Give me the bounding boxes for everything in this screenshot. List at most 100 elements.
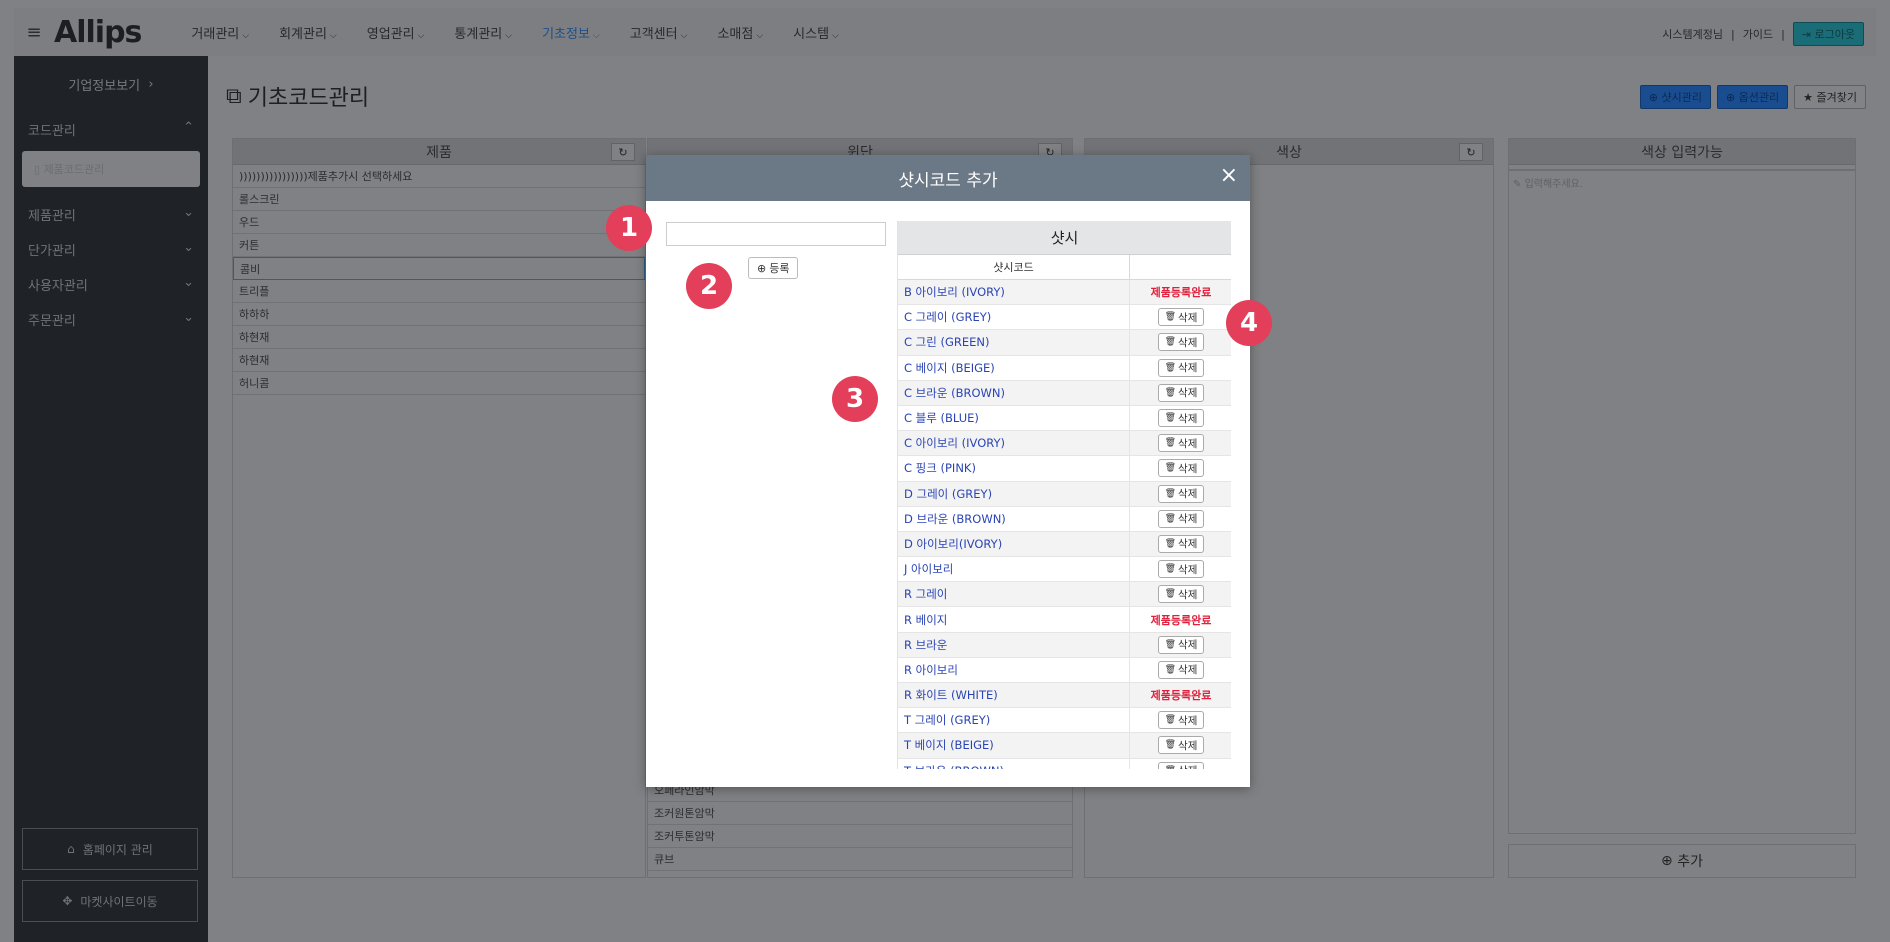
refresh-icon[interactable]: ↻ [611, 143, 635, 161]
sash-code-name[interactable]: C 베이지 (BEIGE) [898, 355, 1130, 380]
list-item[interactable]: 하현재 [233, 326, 645, 349]
trash-icon: 🗑 [1165, 766, 1176, 769]
sash-code-name[interactable]: C 핑크 (PINK) [898, 456, 1130, 481]
delete-button[interactable]: 🗑삭제 [1157, 459, 1205, 478]
option-manage-button[interactable]: ⊕ 옵션관리 [1716, 85, 1789, 109]
sidebar-group-code[interactable]: 코드관리 ⌃ [14, 112, 208, 147]
sidebar-item-product-code[interactable]: ▯ 제품코드관리 [22, 151, 200, 187]
sash-code-name[interactable]: C 그레이 (GREY) [898, 305, 1130, 330]
sidebar-group-user[interactable]: 사용자관리 ⌄ [14, 267, 208, 302]
list-item[interactable]: 허니콤 [233, 372, 645, 395]
sidebar-group-order[interactable]: 주문관리 ⌄ [14, 302, 208, 337]
delete-button[interactable]: 🗑삭제 [1157, 383, 1205, 402]
delete-button[interactable]: 🗑삭제 [1157, 660, 1205, 679]
chevron-down-icon: ⌵ [242, 30, 250, 41]
sash-code-name[interactable]: C 아이보리 (IVORY) [898, 431, 1130, 456]
market-site-button[interactable]: ✥ 마켓사이트이동 [22, 880, 198, 922]
delete-button[interactable]: 🗑삭제 [1157, 736, 1205, 755]
trash-icon: 🗑 [1164, 413, 1177, 424]
sash-code-name[interactable]: T 베이지 (BEIGE) [898, 733, 1130, 758]
delete-button[interactable]: 🗑삭제 [1157, 761, 1205, 769]
sidebar-group-product[interactable]: 제품관리 ⌄ [14, 197, 208, 232]
sash-list-panel[interactable]: 샷시 샷시코드 B 아이보리 (IVORY) 제품등록완료 C 그레이 (GREY)… [897, 221, 1231, 769]
list-item[interactable]: 큐브 [648, 848, 1072, 871]
plus-circle-icon: ⊕ [1725, 91, 1736, 104]
company-info-link[interactable]: 기업정보보기 › [14, 56, 208, 112]
menu-item-statistics[interactable]: 통계관리 ⌵ [442, 23, 530, 42]
sash-row-action: 🗑삭제 [1130, 381, 1231, 405]
close-icon[interactable]: × [1220, 163, 1238, 188]
delete-button[interactable]: 🗑삭제 [1157, 358, 1205, 377]
menu-item-accounting[interactable]: 회계관리 ⌵ [267, 23, 355, 42]
app-logo[interactable]: Allips [54, 15, 142, 50]
list-item[interactable]: 조커투톤암막 [648, 825, 1072, 848]
modal-title: 샷시코드 추가 [898, 170, 998, 191]
register-button[interactable]: ⊕ 등록 [748, 257, 799, 279]
delete-button[interactable]: 🗑삭제 [1157, 308, 1205, 327]
delete-button[interactable]: 🗑삭제 [1157, 711, 1205, 730]
list-item[interactable]: 하현재 [233, 349, 645, 372]
list-item[interactable]: 트리플 [233, 280, 645, 303]
color-input-column: 색상 입력가능 [1508, 138, 1856, 170]
sash-code-name[interactable]: T 그레이 (GREY) [898, 708, 1130, 733]
list-item[interactable]: 조커원톤암막 [648, 802, 1072, 825]
delete-button[interactable]: 🗑삭제 [1157, 534, 1205, 553]
menu-item-retail[interactable]: 소매점 ⌵ [705, 23, 781, 42]
menu-item-system[interactable]: 시스템 ⌵ [781, 23, 857, 42]
sash-code-name[interactable]: T 브라운 (BROWN) [898, 758, 1130, 769]
list-item[interactable]: 우드 [233, 211, 645, 234]
table-row: C 아이보리 (IVORY) 🗑 삭제 [898, 431, 1231, 457]
list-item[interactable]: ))))))))))))))))제품추가시 선택하세요 [233, 165, 645, 188]
menu-item-basic-info[interactable]: 기초정보 ⌵ [530, 23, 618, 42]
sash-row-action: 제품등록완료 [1130, 683, 1231, 707]
sash-manage-button[interactable]: ⊕ 샷시관리 [1639, 85, 1711, 109]
menu-item-trade[interactable]: 거래관리 ⌵ [179, 23, 267, 42]
sash-code-name[interactable]: R 아이보리 [898, 657, 1130, 682]
sash-code-name[interactable]: D 아이보리(IVORY) [898, 531, 1130, 557]
favorite-button[interactable]: ★ 즐겨찾기 [1794, 85, 1866, 109]
list-item[interactable]: 롤스크린 [233, 188, 645, 211]
guide-link[interactable]: 가이드 [1743, 26, 1773, 42]
sidebar: 기업정보보기 › 코드관리 ⌃ ▯ 제품코드관리 제품관리 ⌄ 단가관리 ⌄ 사용자관… [14, 56, 208, 942]
sash-code-name[interactable]: R 브라운 [898, 632, 1130, 657]
delete-button[interactable]: 🗑삭제 [1157, 635, 1205, 654]
delete-button[interactable]: 🗑삭제 [1157, 409, 1205, 428]
sash-code-name[interactable]: B 아이보리 (IVORY) [898, 280, 1130, 305]
delete-button[interactable]: 🗑삭제 [1157, 560, 1205, 579]
trash-icon: 🗑 [1164, 387, 1177, 398]
sash-code-name[interactable]: C 브라운 (BROWN) [898, 380, 1130, 405]
sash-code-name[interactable]: C 블루 (BLUE) [898, 405, 1130, 431]
delete-button[interactable]: 🗑삭제 [1157, 509, 1205, 528]
trash-icon: 🗑 [1164, 639, 1177, 650]
sash-code-name[interactable]: R 그레이 [898, 582, 1130, 607]
sash-row-action: 🗑삭제 [1130, 305, 1231, 329]
sash-code-name[interactable]: D 그레이 (GREY) [898, 481, 1130, 506]
sash-code-name[interactable]: D 브라운 (BROWN) [898, 506, 1130, 531]
color-input-textarea[interactable]: ✎ 입력해주세요. [1508, 170, 1856, 834]
star-icon: ★ [1803, 91, 1814, 104]
sash-code-name[interactable]: R 화이트 (WHITE) [898, 683, 1130, 708]
hamburger-menu-icon[interactable]: ≡ [14, 22, 54, 43]
sash-code-name[interactable]: C 그린 (GREEN) [898, 330, 1130, 355]
sash-code-input[interactable] [666, 222, 886, 246]
delete-button[interactable]: 🗑삭제 [1157, 484, 1205, 503]
homepage-manage-button[interactable]: ⌂ 홈페이지 관리 [22, 828, 198, 870]
refresh-icon[interactable]: ↻ [1459, 143, 1483, 161]
list-item[interactable]: 커튼 [233, 234, 645, 257]
menu-item-customer-center[interactable]: 고객센터 ⌵ [618, 23, 706, 42]
sash-code-name[interactable]: R 베이지 [898, 607, 1130, 632]
delete-button[interactable]: 🗑삭제 [1157, 434, 1205, 453]
delete-button[interactable]: 🗑삭제 [1157, 585, 1205, 604]
sash-row-action: 🗑삭제 [1130, 406, 1231, 430]
sash-code-name[interactable]: J 아이보리 [898, 557, 1130, 582]
sash-row-action: 🗑삭제 [1130, 633, 1231, 657]
list-item-selected[interactable]: 콤비 [233, 257, 645, 280]
menu-item-sales[interactable]: 영업관리 ⌵ [355, 23, 443, 42]
delete-button[interactable]: 🗑삭제 [1157, 333, 1205, 352]
table-row: R 아이보리 🗑 삭제 [898, 657, 1231, 683]
table-row: T 브라운 (BROWN) 🗑삭제 [898, 758, 1231, 769]
logout-button[interactable]: ⇥ 로그아웃 [1792, 22, 1864, 46]
add-color-button[interactable]: ⊕ 추가 [1508, 844, 1856, 878]
list-item[interactable]: 하하하 [233, 303, 645, 326]
sidebar-group-price[interactable]: 단가관리 ⌄ [14, 232, 208, 267]
